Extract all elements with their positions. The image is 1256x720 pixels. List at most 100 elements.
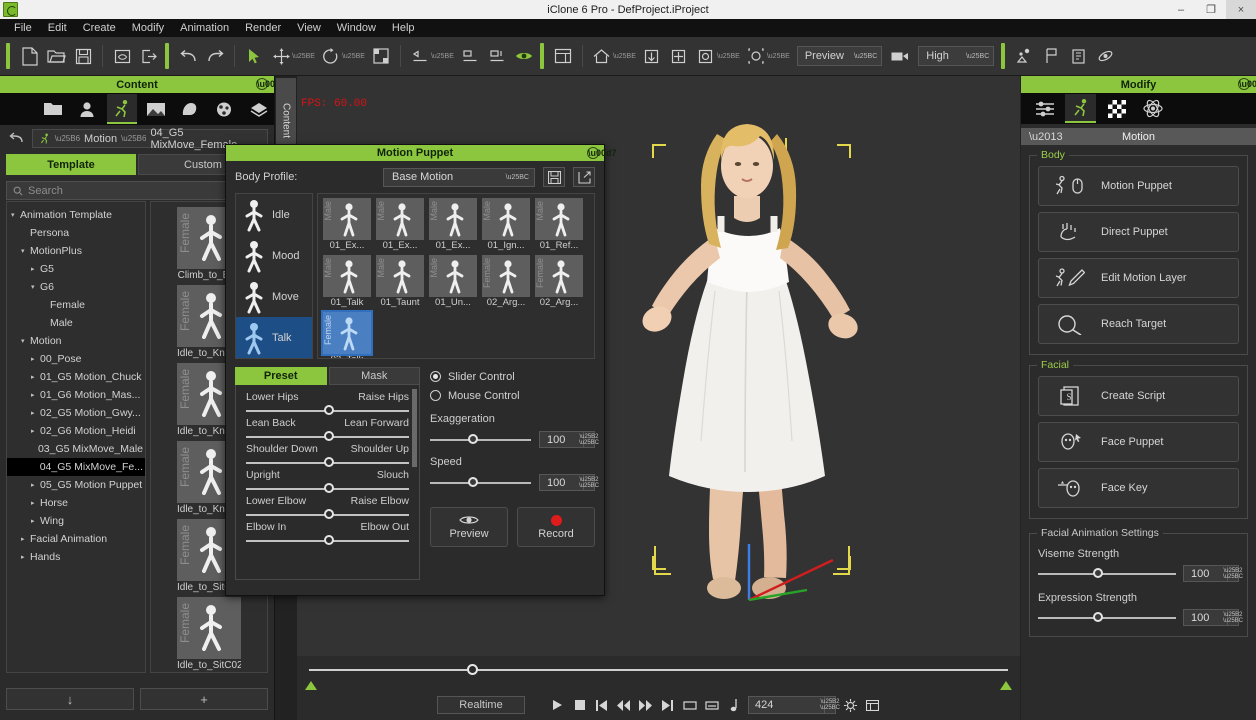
menu-file[interactable]: File: [6, 19, 40, 37]
timeline-panel-icon[interactable]: [865, 697, 880, 713]
slider-handle[interactable]: [1093, 612, 1103, 622]
tree-node[interactable]: Persona: [7, 224, 145, 242]
move-dropdown-icon[interactable]: \u25BE: [292, 53, 315, 60]
menu-render[interactable]: Render: [237, 19, 289, 37]
chevron-right-icon[interactable]: [31, 481, 40, 489]
tab-mask[interactable]: Mask: [329, 367, 421, 385]
close-icon[interactable]: \u00d7: [1238, 78, 1250, 90]
preset-slider[interactable]: [246, 436, 409, 438]
tab-particle[interactable]: [209, 94, 239, 124]
chevron-down-icon[interactable]: [31, 283, 40, 291]
undo-icon[interactable]: [175, 43, 201, 69]
motion-category[interactable]: Mood: [236, 235, 312, 276]
tree-node[interactable]: 03_G5 MixMove_Male: [7, 440, 145, 458]
preset-slider[interactable]: [246, 488, 409, 490]
rotate-dropdown-icon[interactable]: \u25BE: [342, 53, 365, 60]
frame-stepper[interactable]: \u25B2\u25BC: [824, 697, 835, 713]
physics-icon[interactable]: [1092, 43, 1118, 69]
thumbnail-item[interactable]: FemaleIdle_to_SitC02: [177, 597, 241, 671]
frame-number-input[interactable]: 424 \u25B2\u25BC: [748, 696, 836, 714]
tree-node[interactable]: G6: [7, 278, 145, 296]
menu-window[interactable]: Window: [329, 19, 384, 37]
align-right-icon[interactable]: [457, 43, 483, 69]
target-camera-icon[interactable]: [693, 43, 719, 69]
viseme-strength-input[interactable]: 100 \u25B2\u25BC: [1183, 565, 1239, 582]
motion-category[interactable]: Idle: [236, 194, 312, 235]
camera-dropdown-icon[interactable]: \u25BE: [717, 53, 740, 60]
loop-icon[interactable]: [682, 697, 697, 713]
redo-icon[interactable]: [202, 43, 228, 69]
tab-scene[interactable]: [141, 94, 171, 124]
direct-puppet-button[interactable]: Direct Puppet: [1038, 212, 1239, 252]
slider-handle[interactable]: [324, 457, 334, 467]
timeline-track[interactable]: [309, 669, 1008, 671]
layout-icon[interactable]: [550, 43, 576, 69]
timeline-playhead[interactable]: [467, 664, 478, 675]
breadcrumb-item-motion[interactable]: Motion: [84, 133, 117, 145]
add-button[interactable]: +: [140, 688, 268, 710]
reach-target-button[interactable]: Reach Target: [1038, 304, 1239, 344]
menu-modify[interactable]: Modify: [124, 19, 172, 37]
chevron-right-icon[interactable]: [31, 355, 40, 363]
preset-slider[interactable]: [246, 462, 409, 464]
align-left-icon[interactable]: [407, 43, 433, 69]
play-icon[interactable]: [550, 697, 565, 713]
tree-node[interactable]: MotionPlus: [7, 242, 145, 260]
rotate-icon[interactable]: [318, 43, 344, 69]
slider-handle[interactable]: [468, 477, 478, 487]
face-key-button[interactable]: Face Key: [1038, 468, 1239, 508]
motion-thumbnail[interactable]: Male01_Un...: [429, 255, 477, 310]
load-profile-icon[interactable]: [573, 167, 595, 187]
slider-handle[interactable]: [324, 483, 334, 493]
tree-node[interactable]: 02_G6 Motion_Heidi: [7, 422, 145, 440]
tree-node[interactable]: 02_G5 Motion_Gwy...: [7, 404, 145, 422]
slider-handle[interactable]: [324, 431, 334, 441]
slider-handle[interactable]: [1093, 568, 1103, 578]
chevron-right-icon[interactable]: [31, 391, 40, 399]
motion-thumbnail-grid[interactable]: Male01_Ex...Male01_Ex...Male01_Ex...Male…: [317, 193, 595, 359]
close-icon[interactable]: \u00d7: [256, 78, 268, 90]
motion-thumbnail[interactable]: Female02_Arg...: [535, 255, 583, 310]
motion-section-header[interactable]: \u2013 Motion: [1021, 128, 1256, 145]
slider-handle[interactable]: [468, 434, 478, 444]
motion-thumbnail[interactable]: Male01_Taunt: [376, 255, 424, 310]
bounding-dropdown-icon[interactable]: \u25BE: [767, 53, 790, 60]
home-dropdown-icon[interactable]: \u25BE: [613, 53, 636, 60]
motion-category-list[interactable]: IdleMoodMoveTalk: [235, 193, 313, 359]
viseme-strength-slider[interactable]: [1038, 573, 1176, 575]
expression-strength-slider[interactable]: [1038, 617, 1176, 619]
scale-icon[interactable]: [368, 43, 394, 69]
tree-node[interactable]: Facial Animation: [7, 530, 145, 548]
motion-thumbnail[interactable]: Female02_Talk: [323, 312, 371, 359]
chevron-right-icon[interactable]: [31, 265, 40, 273]
tab-motion[interactable]: [107, 94, 137, 124]
realtime-button[interactable]: Realtime: [437, 696, 525, 714]
tree-node[interactable]: Female: [7, 296, 145, 314]
light-icon[interactable]: [1011, 43, 1037, 69]
motion-thumbnail[interactable]: Male01_Ref...: [535, 198, 583, 253]
close-button[interactable]: ×: [1226, 0, 1256, 19]
preset-slider[interactable]: [246, 540, 409, 542]
down-arrow-box-icon[interactable]: [639, 43, 665, 69]
render-mode-dropdown[interactable]: Preview \u25BC: [797, 46, 882, 66]
menu-edit[interactable]: Edit: [40, 19, 75, 37]
slider-handle[interactable]: [324, 535, 334, 545]
slider-handle[interactable]: [324, 405, 334, 415]
chevron-right-icon[interactable]: [31, 499, 40, 507]
tab-prop[interactable]: [175, 94, 205, 124]
viseme-stepper[interactable]: \u25B2\u25BC: [1227, 566, 1238, 581]
save-icon[interactable]: [70, 43, 96, 69]
speed-stepper[interactable]: \u25B2\u25BC: [583, 475, 594, 490]
chevron-down-icon[interactable]: [11, 211, 20, 219]
mouse-control-radio[interactable]: Mouse Control: [430, 386, 595, 405]
preview-button[interactable]: Preview: [430, 507, 508, 547]
tab-texture[interactable]: [1101, 94, 1132, 123]
motion-puppet-button[interactable]: Motion Puppet: [1038, 166, 1239, 206]
menu-create[interactable]: Create: [75, 19, 124, 37]
tree-node[interactable]: 04_G5 MixMove_Fe...: [7, 458, 145, 476]
tree-node[interactable]: Wing: [7, 512, 145, 530]
tree-node[interactable]: Male: [7, 314, 145, 332]
tab-avatar[interactable]: [72, 94, 102, 124]
preset-slider[interactable]: [246, 514, 409, 516]
timeline-start-marker[interactable]: [305, 681, 317, 690]
